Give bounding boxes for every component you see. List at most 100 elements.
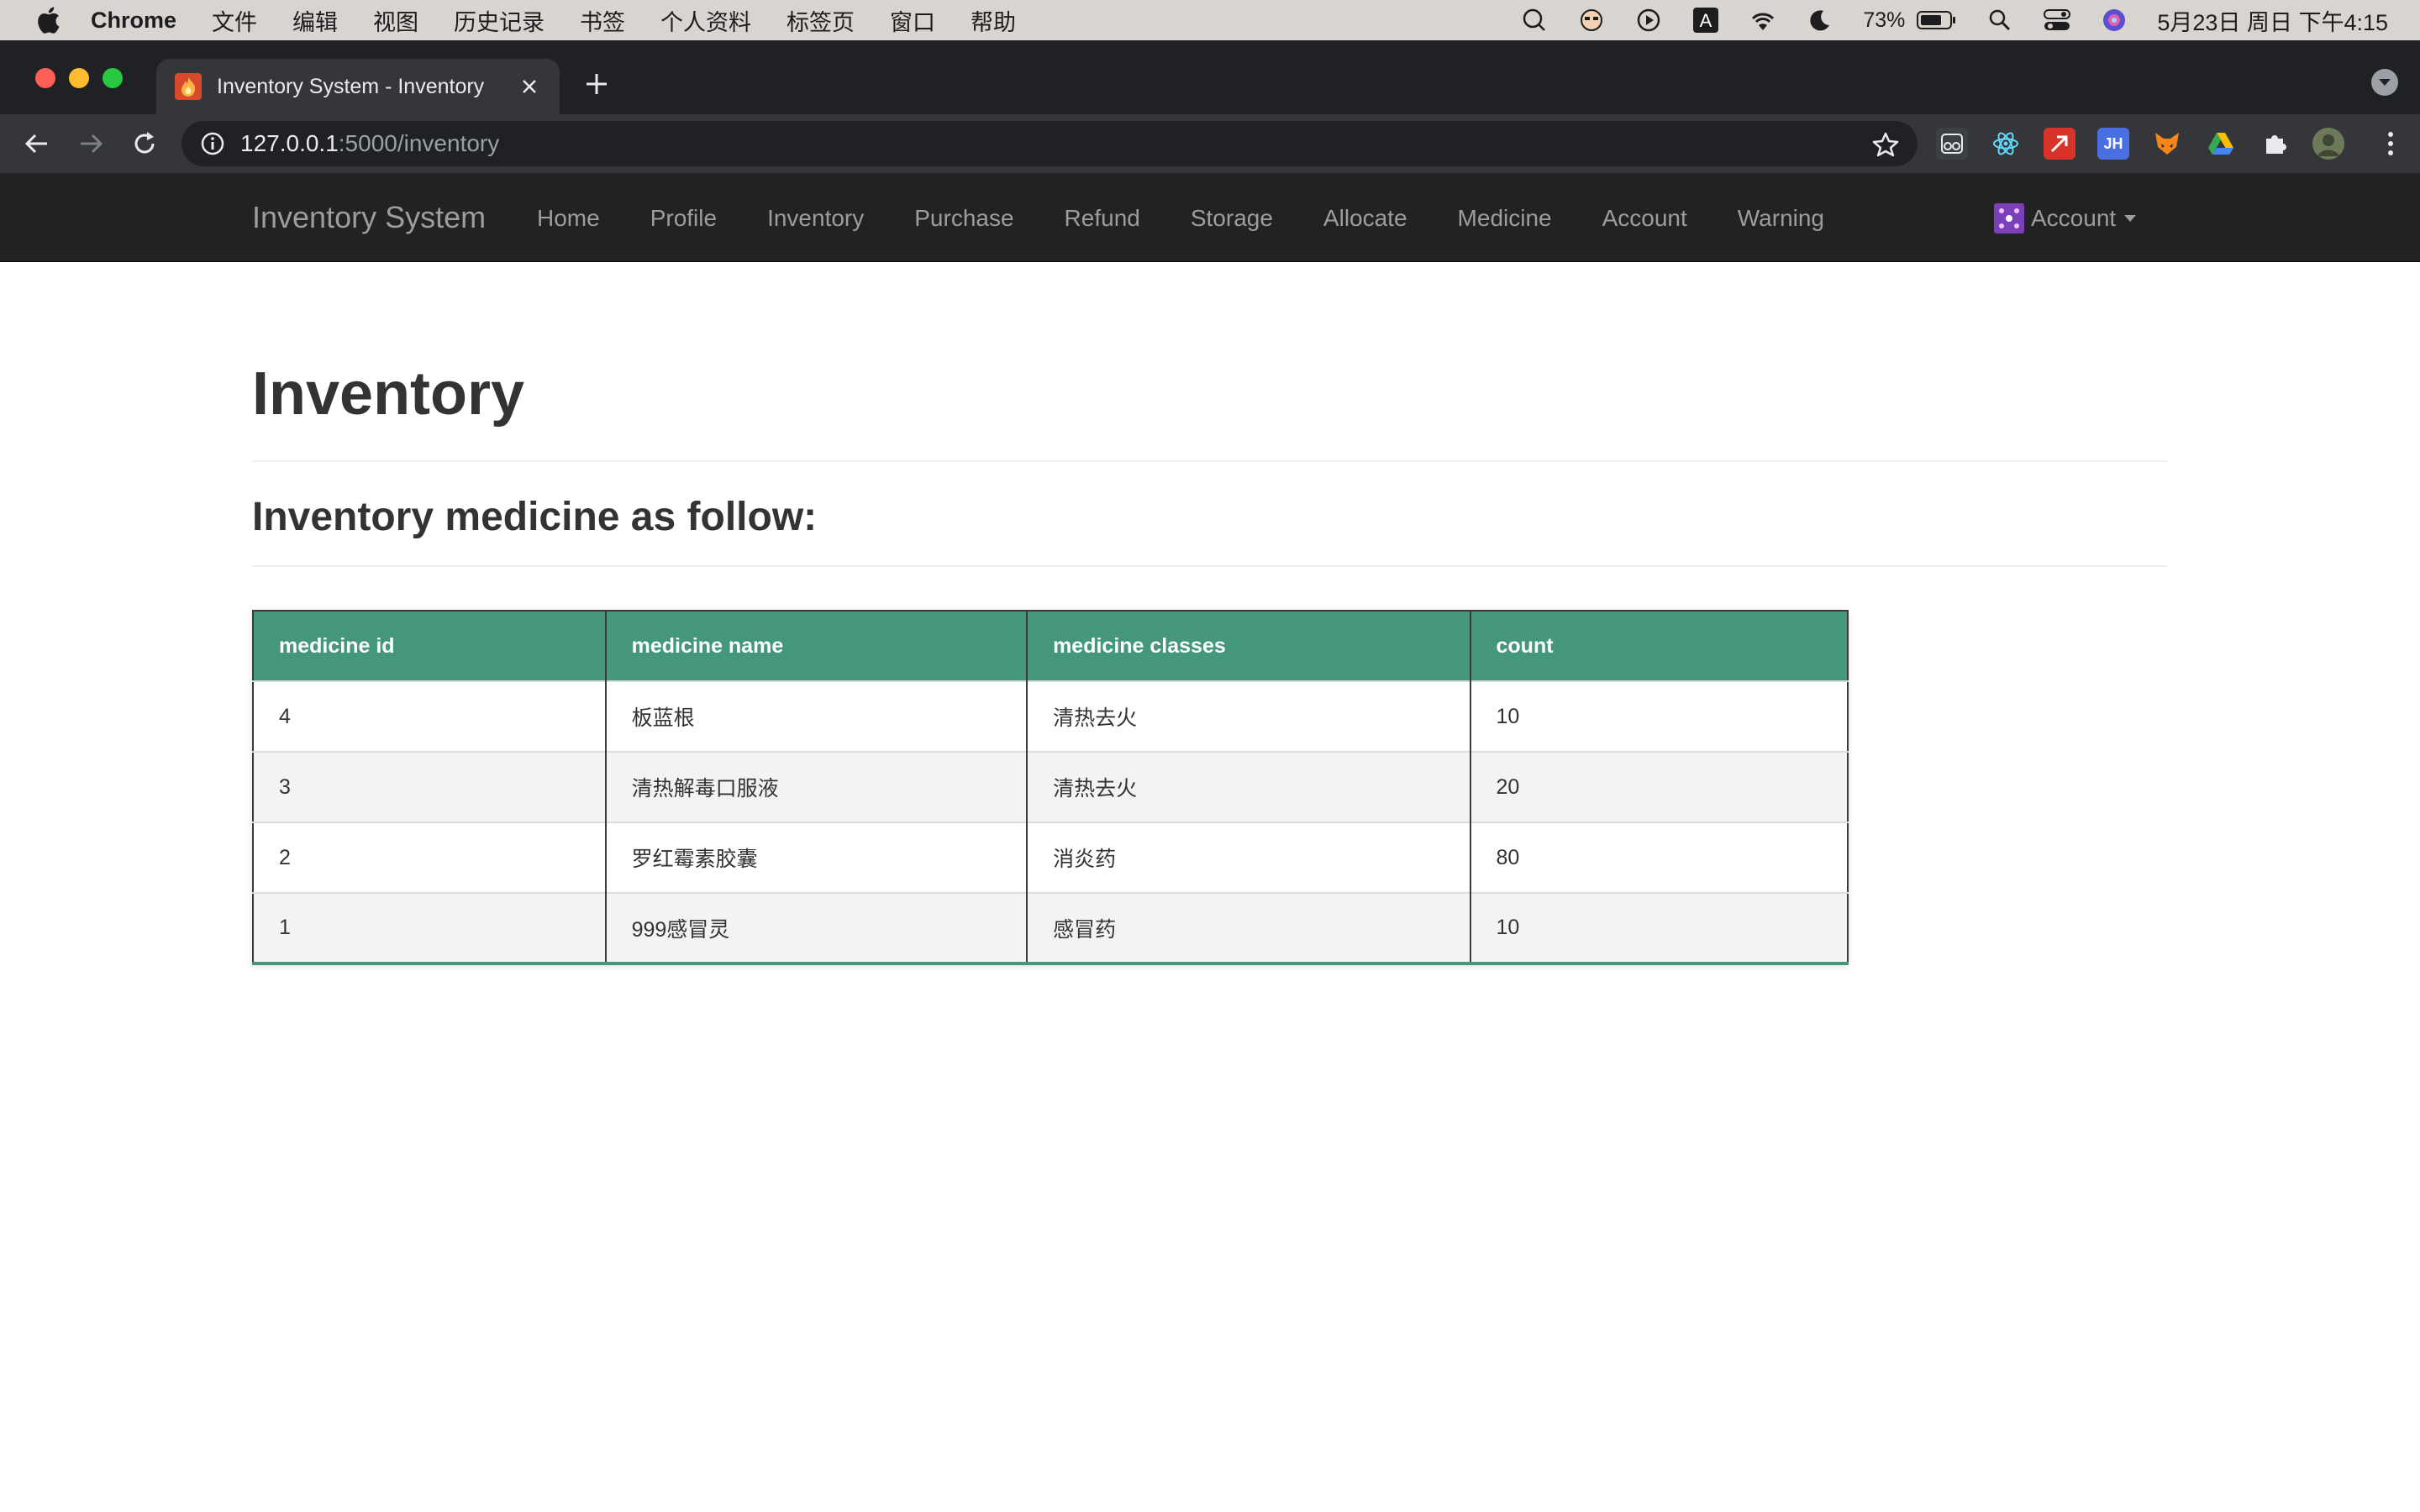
back-arrow-icon[interactable]	[22, 129, 52, 159]
table-row: 1 999感冒灵 感冒药 10	[253, 892, 1848, 963]
table-row: 3 清热解毒口服液 清热去火 20	[253, 751, 1848, 822]
column-header-medicine-id: medicine id	[253, 611, 607, 681]
cell-medicine-name: 清热解毒口服液	[605, 751, 1028, 822]
cell-medicine-id: 4	[253, 680, 607, 752]
cell-count: 80	[1470, 822, 1848, 893]
menubar-help[interactable]: 帮助	[971, 4, 1016, 37]
play-circle-icon[interactable]	[1634, 6, 1663, 34]
page-subtitle: Inventory medicine as follow:	[252, 495, 818, 539]
bookmark-star-icon[interactable]	[1872, 131, 1899, 158]
table-row: 4 板蓝根 清热去火 10	[253, 680, 1848, 752]
nav-link-home[interactable]: Home	[537, 205, 600, 232]
os-menubar: Chrome 文件 编辑 视图 历史记录 书签 个人资料 标签页 窗口 帮助 A…	[0, 0, 2420, 40]
extension-glasses-icon[interactable]	[1936, 128, 1968, 160]
cell-medicine-classes: 清热去火	[1027, 751, 1471, 822]
column-header-medicine-name: medicine name	[605, 611, 1028, 681]
menubar-window[interactable]: 窗口	[890, 4, 935, 37]
extension-drive-icon[interactable]	[2205, 128, 2237, 160]
battery-icon[interactable]	[1917, 6, 1957, 34]
subtitle-divider	[252, 565, 2168, 567]
browser-tab-active[interactable]: Inventory System - Inventory	[156, 59, 560, 114]
cell-medicine-id: 2	[253, 822, 607, 893]
nav-link-inventory[interactable]: Inventory	[767, 205, 864, 232]
menubar-edit[interactable]: 编辑	[292, 4, 338, 37]
cell-medicine-name: 板蓝根	[605, 680, 1028, 752]
column-header-count: count	[1470, 611, 1848, 681]
extension-fox-icon[interactable]	[2151, 128, 2183, 160]
inventory-table: medicine id medicine name medicine class…	[252, 610, 1849, 965]
extension-jh-icon[interactable]: JH	[2097, 128, 2129, 160]
caret-down-icon	[2124, 215, 2137, 222]
nav-link-medicine[interactable]: Medicine	[1458, 205, 1552, 232]
nav-link-refund[interactable]: Refund	[1065, 205, 1140, 232]
nav-link-profile[interactable]: Profile	[650, 205, 717, 232]
more-vertical-icon[interactable]	[2386, 129, 2395, 159]
url-host: 127.0.0.1	[240, 130, 339, 156]
app-navbar: Inventory System Home Profile Inventory …	[0, 173, 2420, 262]
nav-link-account[interactable]: Account	[1602, 205, 1687, 232]
do-not-disturb-moon-icon[interactable]	[1806, 6, 1834, 34]
cell-medicine-classes: 感冒药	[1027, 892, 1471, 963]
input-method-icon[interactable]: A	[1691, 6, 1720, 34]
profile-avatar[interactable]	[2312, 128, 2344, 160]
nav-link-allocate[interactable]: Allocate	[1323, 205, 1407, 232]
cell-medicine-name: 999感冒灵	[605, 892, 1028, 963]
menubar-bookmarks[interactable]: 书签	[580, 4, 625, 37]
forward-arrow-icon[interactable]	[76, 129, 106, 159]
account-avatar-icon	[1994, 203, 2024, 234]
flame-favicon-icon	[175, 73, 202, 100]
nav-link-storage[interactable]: Storage	[1191, 205, 1273, 232]
cell-count: 10	[1470, 892, 1848, 963]
column-header-medicine-classes: medicine classes	[1027, 611, 1471, 681]
table-header-row: medicine id medicine name medicine class…	[253, 611, 1848, 681]
new-tab-plus-icon[interactable]	[581, 69, 612, 99]
tab-title: Inventory System - Inventory	[217, 74, 485, 98]
window-close-button[interactable]	[35, 68, 55, 88]
nav-link-purchase[interactable]: Purchase	[914, 205, 1013, 232]
cell-medicine-classes: 清热去火	[1027, 680, 1471, 752]
menubar-tabs[interactable]: 标签页	[786, 4, 855, 37]
page-title: Inventory	[252, 360, 525, 428]
menubar-history[interactable]: 历史记录	[454, 4, 544, 37]
wifi-icon[interactable]	[1749, 6, 1777, 34]
menubar-clock[interactable]: 5月23日 周日 下午4:15	[2157, 4, 2388, 37]
battery-percentage: 73%	[1863, 8, 1906, 32]
browser-tab-strip: Inventory System - Inventory	[0, 40, 2420, 114]
avatar-status-icon[interactable]	[1577, 6, 1606, 34]
control-center-icon[interactable]	[2043, 6, 2071, 34]
spotlight-search-icon[interactable]	[1986, 6, 2014, 34]
table-row: 2 罗红霉素胶囊 消炎药 80	[253, 822, 1848, 893]
account-dropdown[interactable]: Account	[1994, 203, 2137, 234]
browser-toolbar: 127.0.0.1:5000/inventory JH	[0, 114, 2420, 173]
address-bar[interactable]: 127.0.0.1:5000/inventory	[182, 121, 1918, 166]
cell-medicine-name: 罗红霉素胶囊	[605, 822, 1028, 893]
cell-count: 20	[1470, 751, 1848, 822]
title-divider	[252, 460, 2168, 462]
window-zoom-button[interactable]	[103, 68, 123, 88]
cell-count: 10	[1470, 680, 1848, 752]
message-search-icon[interactable]	[1520, 6, 1549, 34]
menubar-profiles[interactable]: 个人资料	[660, 4, 751, 37]
tab-search-chevron-icon[interactable]	[2371, 69, 2398, 96]
url-text: 127.0.0.1:5000/inventory	[240, 130, 499, 157]
account-dropdown-label: Account	[2031, 205, 2117, 231]
extensions-puzzle-icon[interactable]	[2259, 128, 2291, 160]
window-minimize-button[interactable]	[69, 68, 89, 88]
cell-medicine-id: 1	[253, 892, 607, 963]
siri-icon[interactable]	[2100, 6, 2128, 34]
extension-arrow-icon[interactable]	[2044, 128, 2075, 160]
extension-react-icon[interactable]	[1990, 128, 2022, 160]
navbar-links: Home Profile Inventory Purchase Refund S…	[537, 205, 1875, 232]
navbar-brand[interactable]: Inventory System	[252, 200, 486, 235]
reload-icon[interactable]	[129, 129, 160, 159]
cell-medicine-classes: 消炎药	[1027, 822, 1471, 893]
site-info-icon[interactable]	[200, 131, 225, 156]
menubar-view[interactable]: 视图	[373, 4, 418, 37]
nav-link-warning[interactable]: Warning	[1738, 205, 1824, 232]
menubar-app-name[interactable]: Chrome	[91, 8, 176, 34]
cell-medicine-id: 3	[253, 751, 607, 822]
apple-icon[interactable]	[35, 6, 60, 34]
close-icon[interactable]	[518, 75, 541, 98]
svg-text:A: A	[1700, 10, 1712, 31]
menubar-file[interactable]: 文件	[212, 4, 257, 37]
